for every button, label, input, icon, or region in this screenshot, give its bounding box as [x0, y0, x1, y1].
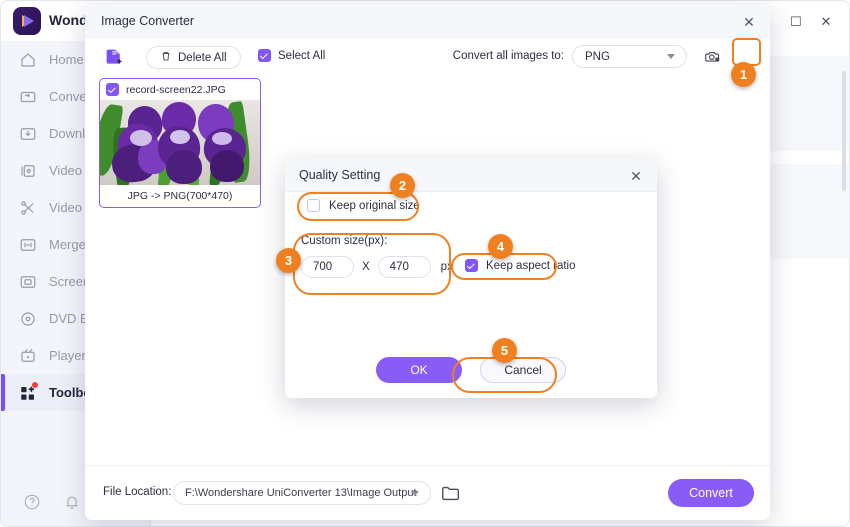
- file-location-select[interactable]: F:\Wondershare UniConverter 13\Image Out…: [173, 481, 431, 505]
- delete-all-button[interactable]: Delete All: [146, 46, 241, 69]
- file-card[interactable]: record-screen22.JPG JPG -> PNG(700*470): [99, 78, 261, 208]
- image-converter-toolbar: Delete All Select All Convert all images…: [85, 38, 770, 76]
- annotation-number-3: 3: [276, 248, 301, 273]
- keep-aspect-ratio-checkbox[interactable]: [465, 259, 478, 272]
- help-icon[interactable]: [23, 493, 41, 516]
- output-format-select[interactable]: PNG: [572, 45, 687, 68]
- file-card-filename: record-screen22.JPG: [126, 83, 226, 96]
- image-converter-close-icon[interactable]: ✕: [738, 11, 760, 33]
- trash-icon: [160, 50, 172, 65]
- sidebar-item-label: Merger: [49, 237, 91, 252]
- keep-aspect-ratio-control[interactable]: Keep aspect ratio: [465, 259, 576, 272]
- folder-icon[interactable]: [440, 482, 462, 504]
- select-all-label: Select All: [278, 49, 326, 62]
- video-compressor-icon: [19, 162, 37, 180]
- image-settings-gear-button[interactable]: [699, 43, 726, 70]
- sidebar-item-label: Home: [49, 52, 84, 67]
- quality-setting-title: Quality Setting: [299, 168, 381, 182]
- close-button[interactable]: ✕: [811, 7, 841, 35]
- custom-size-inputs: 700 X 470 px: [301, 256, 453, 278]
- output-format-value: PNG: [585, 50, 610, 63]
- keep-original-size-label: Keep original size: [329, 199, 420, 212]
- convert-button[interactable]: Convert: [668, 479, 754, 507]
- file-card-checkbox[interactable]: [106, 83, 119, 96]
- delete-all-label: Delete All: [178, 51, 227, 64]
- annotation-number-2: 2: [390, 173, 415, 198]
- cancel-button[interactable]: Cancel: [480, 357, 566, 383]
- keep-aspect-ratio-label: Keep aspect ratio: [486, 259, 576, 272]
- quality-setting-dialog: Quality Setting ✕ Keep original size Cus…: [285, 159, 657, 398]
- annotation-number-1: 1: [731, 62, 756, 87]
- keep-original-size-checkbox[interactable]: [307, 199, 320, 212]
- toolbox-new-badge: [32, 382, 38, 388]
- width-input[interactable]: 700: [301, 256, 354, 278]
- player-icon: [19, 347, 37, 365]
- iris-flower-image: [100, 100, 260, 185]
- screen-recorder-icon: [19, 273, 37, 291]
- convert-all-images-to-label: Convert all images to:: [452, 50, 564, 62]
- px-unit-label: px: [440, 261, 453, 273]
- file-card-header: record-screen22.JPG: [100, 79, 260, 100]
- quality-setting-close-icon[interactable]: ✕: [625, 165, 647, 187]
- dvd-burner-icon: [19, 310, 37, 328]
- image-converter-header: Image Converter ✕: [85, 5, 770, 38]
- image-converter-footer: File Location: F:\Wondershare UniConvert…: [85, 465, 770, 520]
- file-location-value: F:\Wondershare UniConverter 13\Image Out…: [185, 487, 417, 499]
- content-scrollbar[interactable]: [842, 71, 846, 191]
- add-file-icon[interactable]: [99, 43, 129, 71]
- converter-icon: [19, 88, 37, 106]
- image-converter-title: Image Converter: [101, 14, 195, 28]
- annotation-number-5: 5: [492, 338, 517, 363]
- keep-original-size-control[interactable]: Keep original size: [307, 199, 420, 212]
- screenshot-root: Wondershare UniConverter – ☐ ✕ Home Conv…: [0, 0, 850, 527]
- maximize-button[interactable]: ☐: [781, 7, 811, 35]
- custom-size-group: Custom size(px): 700 X 470 px: [301, 235, 453, 278]
- height-input[interactable]: 470: [377, 256, 431, 278]
- select-all-control[interactable]: Select All: [258, 49, 325, 62]
- video-editor-scissors-icon: [19, 199, 37, 217]
- notification-bell-icon[interactable]: [63, 493, 81, 516]
- chevron-down-icon: [667, 54, 675, 59]
- merger-icon: [19, 236, 37, 254]
- sidebar-item-label: Player: [49, 348, 86, 363]
- download-icon: [19, 125, 37, 143]
- file-thumbnail: [100, 100, 260, 185]
- custom-size-label: Custom size(px):: [301, 235, 388, 247]
- quality-setting-header: Quality Setting ✕: [285, 159, 657, 192]
- quality-setting-buttons: OK Cancel: [285, 357, 657, 383]
- chevron-down-icon: [411, 491, 419, 496]
- size-separator: X: [362, 261, 370, 273]
- home-icon: [19, 51, 37, 69]
- file-card-conversion-label: JPG -> PNG(700*470): [127, 190, 233, 202]
- select-all-checkbox[interactable]: [258, 49, 271, 62]
- uniconverter-logo-icon: [13, 7, 41, 35]
- ok-button[interactable]: OK: [376, 357, 462, 383]
- file-location-label: File Location:: [103, 486, 172, 498]
- annotation-number-4: 4: [488, 234, 513, 259]
